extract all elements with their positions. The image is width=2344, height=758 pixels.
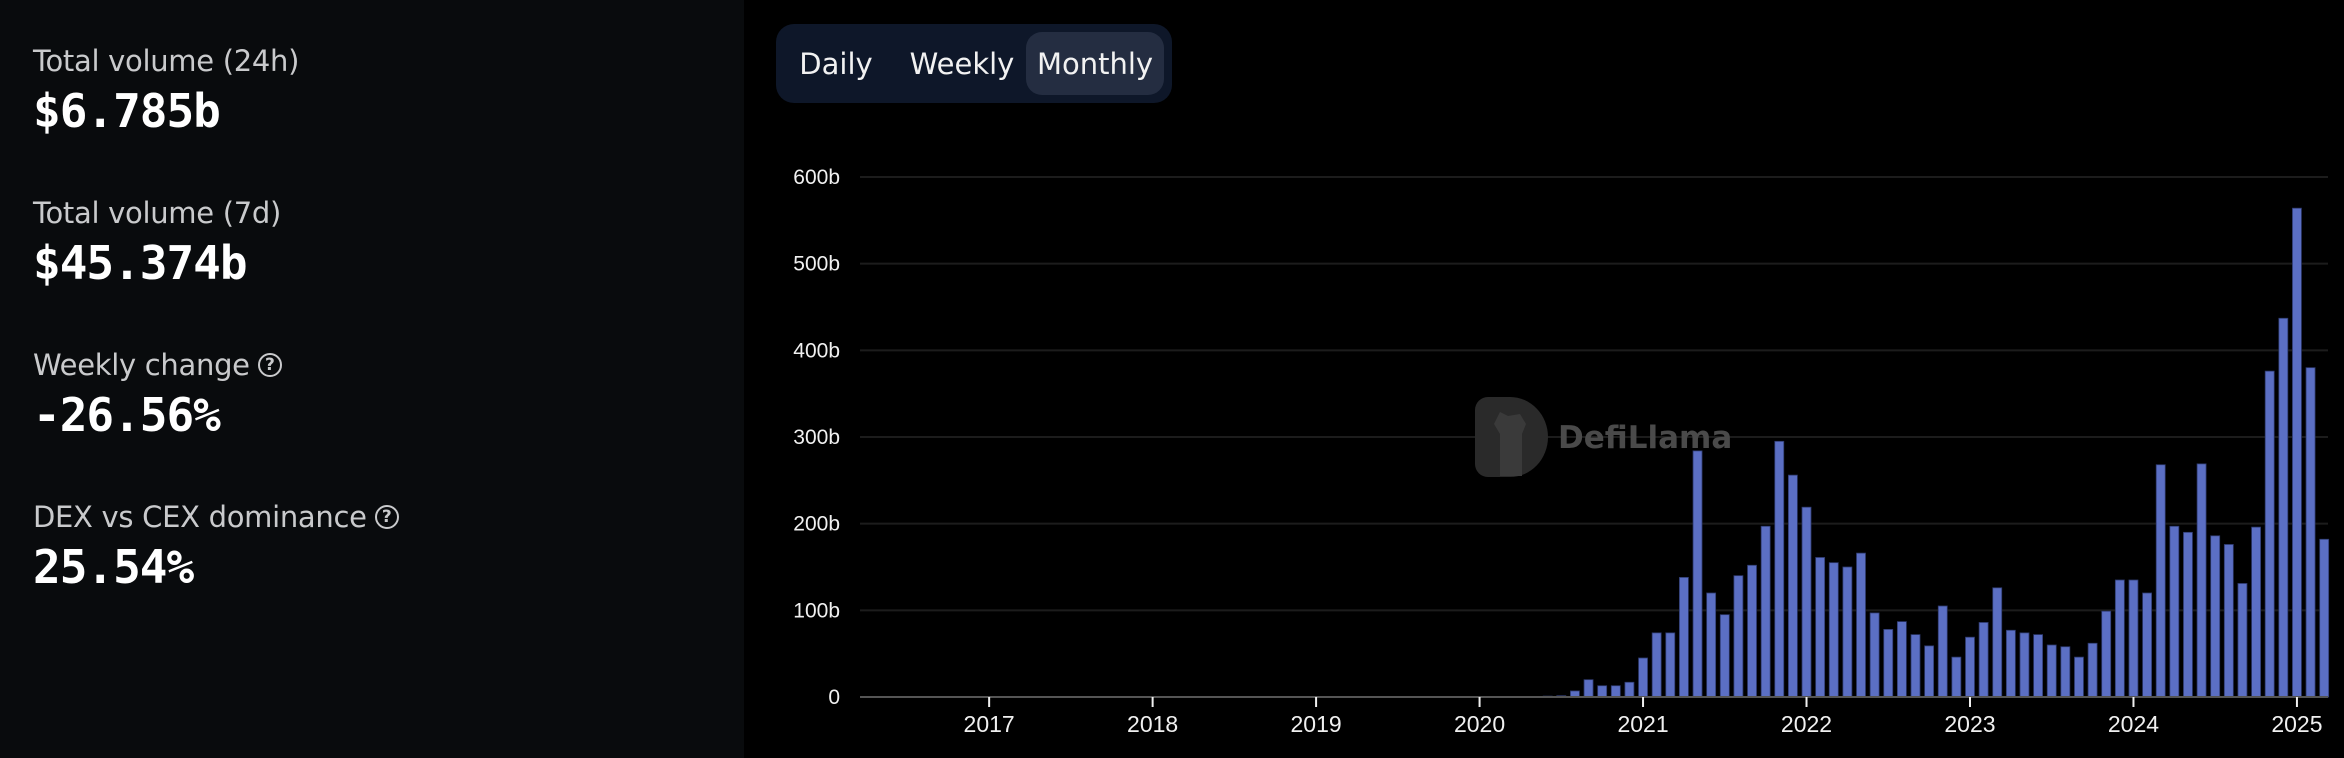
bar — [2060, 646, 2071, 698]
bar — [1610, 685, 1621, 698]
bar — [1978, 622, 1989, 698]
bar — [1651, 632, 1662, 698]
y-tick-label: 300b — [793, 426, 840, 449]
y-tick-label: 100b — [793, 599, 840, 622]
bar — [1815, 557, 1826, 698]
bar — [2128, 579, 2139, 698]
bar — [1774, 440, 1785, 698]
bar — [2087, 642, 2098, 698]
watermark-text: DefiLlama — [1558, 420, 1732, 456]
bar — [1937, 605, 1948, 698]
y-tick-label: 500b — [793, 253, 840, 276]
bar — [1965, 636, 1975, 698]
bar — [1747, 564, 1757, 698]
y-tick-label: 200b — [793, 513, 840, 536]
bar — [1692, 450, 1703, 698]
bar — [1869, 612, 1880, 698]
bar — [1706, 592, 1717, 698]
y-tick-label: 0 — [828, 686, 840, 709]
bar — [2223, 544, 2234, 698]
bar — [1828, 562, 1839, 698]
bar — [2305, 367, 2316, 698]
x-tick-label: 2017 — [964, 711, 1015, 737]
bar — [1665, 632, 1676, 698]
bar — [1992, 587, 2003, 698]
y-tick-label: 400b — [793, 339, 840, 362]
x-tick-label: 2021 — [1617, 711, 1668, 737]
bar — [1924, 645, 1935, 698]
bar — [2019, 632, 2030, 698]
bar — [2142, 592, 2152, 698]
x-tick-label: 2022 — [1781, 711, 1832, 737]
bar — [2251, 526, 2261, 698]
bar — [2005, 629, 2016, 698]
bar — [2074, 656, 2084, 698]
volume-bar-chart: DefiLlama 0 100b 200b 300b 400b 500b 600b 2017 2… — [793, 166, 2330, 737]
x-tick-label: 2025 — [2271, 711, 2322, 737]
bar — [2169, 525, 2180, 698]
bar — [1624, 681, 1635, 698]
x-tick-label: 2019 — [1291, 711, 1342, 737]
bar — [1787, 474, 1798, 698]
bar — [1597, 685, 1608, 698]
bar — [1760, 525, 1771, 698]
bar — [2033, 634, 2044, 698]
x-tick-label: 2024 — [2108, 711, 2159, 737]
bar — [1733, 575, 1744, 698]
bar — [1951, 656, 1962, 698]
bar — [2101, 610, 2112, 698]
bar — [1856, 552, 1866, 698]
bar — [2196, 463, 2207, 698]
bar — [1679, 577, 1689, 698]
bar — [2278, 317, 2289, 698]
x-tick-label: 2018 — [1127, 711, 1178, 737]
bar — [1583, 679, 1594, 698]
x-tick-label: 2020 — [1454, 711, 1505, 737]
y-tick-label: 600b — [793, 166, 840, 189]
bar — [2237, 583, 2248, 698]
x-tick-label: 2023 — [1944, 711, 1995, 737]
bar — [1801, 506, 1812, 698]
bar — [1842, 566, 1853, 698]
bar — [2046, 644, 2057, 698]
bar — [2292, 207, 2302, 698]
bar — [1910, 634, 1921, 698]
bar — [1883, 629, 1894, 698]
bar — [1719, 614, 1730, 698]
bar — [2319, 538, 2330, 698]
bar — [2183, 531, 2193, 698]
bar — [2155, 464, 2166, 698]
bar — [2264, 370, 2275, 698]
bar — [1896, 621, 1907, 698]
bar — [1638, 657, 1648, 698]
bar — [2210, 535, 2221, 698]
bar — [2114, 579, 2125, 698]
